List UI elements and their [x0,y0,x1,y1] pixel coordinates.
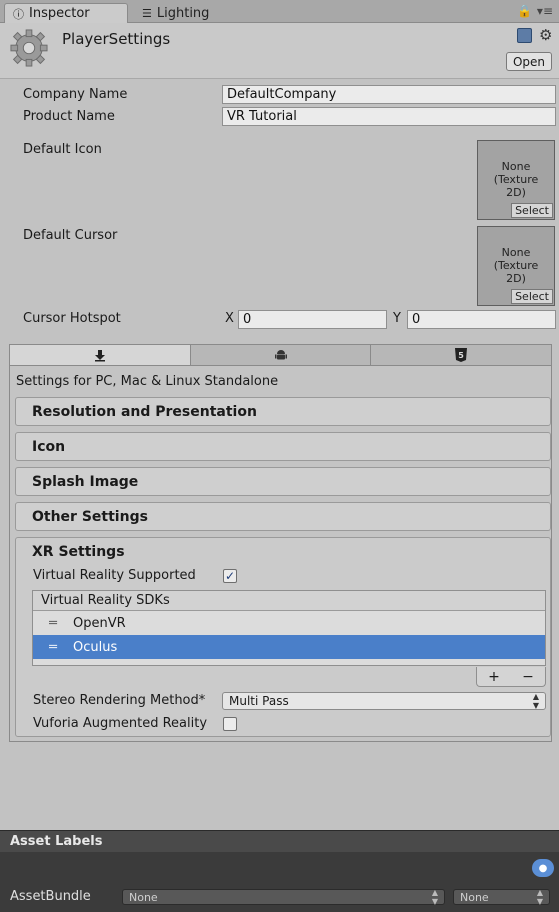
dropdown-arrow-icon: ▲ ▼ [532,692,539,710]
platform-tabs: 5 [9,344,552,366]
default-icon-texture-slot[interactable]: None (Texture 2D) Select [477,140,555,220]
section-resolution[interactable]: Resolution and Presentation [15,397,551,426]
default-cursor-label: Default Cursor [23,228,118,243]
vr-sdk-list: Virtual Reality SDKs ═ OpenVR ═ Oculus [32,590,546,666]
stereo-rendering-dropdown[interactable]: Multi Pass ▲ ▼ [222,692,546,710]
assetbundle-variant-value: None [460,890,489,904]
select-cursor-button[interactable]: Select [511,289,553,304]
tab-lighting[interactable]: ☰ Lighting [134,3,244,23]
window-tab-bar: ⓘ Inspector ☰ Lighting 🔒 ▾≡ [0,0,559,23]
lighting-icon: ☰ [142,6,152,20]
tab-standalone[interactable] [10,345,191,365]
tab-inspector-label: Inspector [29,6,90,21]
list-item[interactable]: ═ OpenVR [33,611,545,635]
remove-sdk-button[interactable]: − [522,669,534,685]
list-item[interactable]: ═ Oculus [33,635,545,659]
checkmark-icon: ✓ [224,569,236,583]
section-icon[interactable]: Icon [15,432,551,461]
asset-labels-header[interactable]: Asset Labels [0,830,559,852]
section-splash-image[interactable]: Splash Image [15,467,551,496]
page-title: PlayerSettings [62,30,171,48]
texture-none-text: None (Texture 2D) [493,246,539,285]
assetbundle-value: None [129,890,158,904]
default-icon-label: Default Icon [23,142,102,157]
vuforia-label: Vuforia Augmented Reality [33,716,208,731]
xr-settings-title[interactable]: XR Settings [32,544,125,560]
stereo-rendering-value: Multi Pass [229,694,289,708]
assetbundle-dropdown[interactable]: None ▲ ▼ [122,888,445,906]
assetbundle-label: AssetBundle [10,889,91,904]
vuforia-checkbox[interactable] [223,717,237,731]
dropdown-arrow-icon: ▲ ▼ [536,888,543,906]
tab-menu-icon[interactable]: ▾≡ [537,4,553,18]
help-book-icon[interactable] [517,28,532,43]
drag-handle-icon[interactable]: ═ [33,616,73,631]
hotspot-y-label: Y [393,311,401,326]
standalone-download-icon [94,350,105,362]
vr-supported-label: Virtual Reality Supported [33,568,196,583]
tab-android[interactable] [191,345,372,365]
lock-icon[interactable]: 🔒 [517,4,532,18]
section-other-settings[interactable]: Other Settings [15,502,551,531]
add-sdk-button[interactable]: + [488,669,500,685]
hotspot-y-field[interactable]: 0 [407,310,556,329]
hotspot-x-label: X [225,311,234,326]
dropdown-arrow-icon: ▲ ▼ [431,888,438,906]
html5-icon: 5 [455,348,468,362]
svg-text:5: 5 [458,351,464,360]
sdk-name: OpenVR [73,615,126,631]
company-name-label: Company Name [23,87,128,102]
hotspot-x-field[interactable]: 0 [238,310,387,329]
stereo-rendering-label: Stereo Rendering Method* [33,693,206,708]
settings-gear-icon [10,29,48,67]
tab-bar-controls: 🔒 ▾≡ [517,4,553,18]
info-icon: ⓘ [13,7,24,21]
tab-inspector[interactable]: ⓘ Inspector [4,3,128,23]
settings-for-label: Settings for PC, Mac & Linux Standalone [16,374,279,389]
vr-supported-checkbox[interactable]: ✓ [223,569,237,583]
texture-none-text: None (Texture 2D) [493,160,539,199]
open-button[interactable]: Open [506,52,552,71]
inspector-header: PlayerSettings ⚙ Open [0,23,559,79]
company-name-field[interactable]: DefaultCompany [222,85,556,104]
sdk-list-header: Virtual Reality SDKs [33,591,545,611]
default-cursor-texture-slot[interactable]: None (Texture 2D) Select [477,226,555,306]
product-name-field[interactable]: VR Tutorial [222,107,556,126]
product-name-label: Product Name [23,109,115,124]
select-icon-button[interactable]: Select [511,203,553,218]
tab-html5[interactable]: 5 [371,345,551,365]
assetbundle-variant-dropdown[interactable]: None ▲ ▼ [453,888,550,906]
component-settings-icon[interactable]: ⚙ [539,26,552,44]
asset-label-tag-icon[interactable]: ● [532,859,554,877]
sdk-list-controls: + − [476,667,546,687]
tab-lighting-label: Lighting [156,5,210,21]
cursor-hotspot-label: Cursor Hotspot [23,311,121,326]
android-icon [274,350,287,360]
sdk-name: Oculus [73,639,118,655]
drag-handle-icon[interactable]: ═ [33,640,73,655]
